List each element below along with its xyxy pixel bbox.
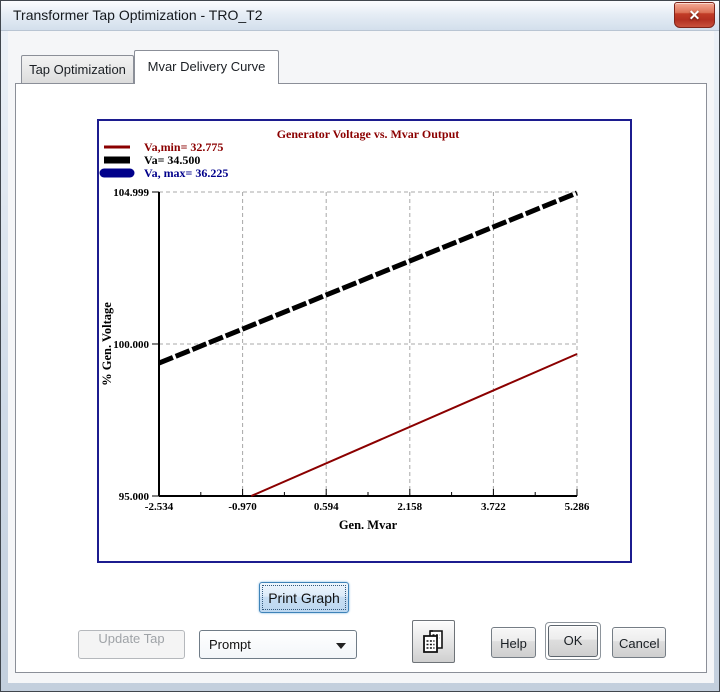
- dialog-window: Transformer Tap Optimization - TRO_T2 ✕ …: [0, 0, 720, 692]
- notes-icon: [420, 628, 447, 655]
- dialog-client-area: Tap Optimization Mvar Delivery Curve -2.…: [8, 31, 714, 683]
- x-tick-label: 3.722: [481, 501, 506, 513]
- series-line: [159, 193, 577, 363]
- legend-label: Va, max= 36.225: [144, 166, 228, 180]
- print-graph-button[interactable]: Print Graph: [259, 582, 349, 613]
- legend-label: Va= 34.500: [144, 153, 200, 167]
- notes-button[interactable]: [412, 620, 455, 663]
- prompt-dropdown-value: Prompt: [209, 637, 251, 652]
- x-tick-label: -0.970: [228, 501, 257, 513]
- generator-voltage-vs-mvar-plot: -2.534 -0.970 0.594 2.158 3.722 5.286 95.000 10…: [99, 121, 630, 561]
- tab-mvar-delivery-curve[interactable]: Mvar Delivery Curve: [134, 50, 279, 84]
- help-button[interactable]: Help: [491, 627, 536, 658]
- ok-button[interactable]: OK: [548, 625, 598, 657]
- mvar-delivery-chart: -2.534 -0.970 0.594 2.158 3.722 5.286 95.000 10…: [97, 119, 632, 563]
- y-tick-label: 104.999: [113, 187, 149, 199]
- x-tick-label: 0.594: [314, 501, 339, 513]
- tab-tap-optimization[interactable]: Tap Optimization: [21, 55, 134, 83]
- ok-button-frame: OK: [545, 622, 601, 660]
- window-title: Transformer Tap Optimization - TRO_T2: [13, 1, 262, 30]
- x-tick-label: -2.534: [145, 501, 174, 513]
- x-tick-label: 2.158: [397, 501, 422, 513]
- y-tick-label: 95.000: [119, 491, 150, 503]
- close-icon: ✕: [689, 7, 701, 23]
- series-line: [251, 354, 577, 496]
- close-button[interactable]: ✕: [674, 2, 715, 28]
- prompt-dropdown[interactable]: Prompt: [199, 630, 357, 659]
- tab-page-mvar-delivery: -2.534 -0.970 0.594 2.158 3.722 5.286 95.000 10…: [15, 83, 707, 673]
- cancel-button[interactable]: Cancel: [612, 627, 666, 658]
- chevron-down-icon: [336, 643, 346, 649]
- update-tap-button[interactable]: Update Tap: [78, 630, 185, 659]
- y-tick-label: 100.000: [113, 339, 149, 351]
- x-axis-label: Gen. Mvar: [339, 518, 398, 532]
- x-tick-label: 5.286: [565, 501, 590, 513]
- y-axis-label: % Gen. Voltage: [100, 302, 114, 386]
- title-bar[interactable]: Transformer Tap Optimization - TRO_T2 ✕: [1, 1, 719, 31]
- chart-title: Generator Voltage vs. Mvar Output: [277, 127, 460, 141]
- legend-label: Va,min= 32.775: [144, 140, 223, 154]
